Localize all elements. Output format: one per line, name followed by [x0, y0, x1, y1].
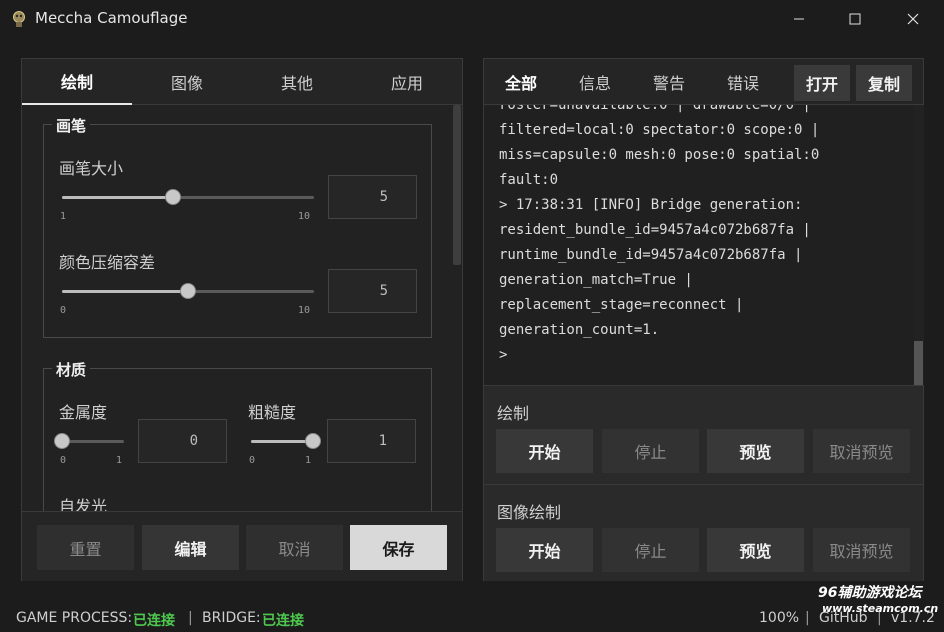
tab-image[interactable]: 图像	[132, 59, 242, 105]
game-process-status: 已连接	[133, 613, 175, 629]
image-draw-stop-button[interactable]: 停止	[602, 528, 699, 572]
metallic-slider-track[interactable]	[62, 440, 124, 443]
tab-all[interactable]: 全部	[484, 59, 558, 105]
roughness-min: 0	[249, 455, 256, 466]
material-group: 材质 金属度 0 1 0 粗糙度 0 1 1 自发光	[43, 359, 432, 511]
image-draw-preview-button[interactable]: 预览	[707, 528, 804, 572]
log-line: fault:0	[499, 172, 559, 188]
log-panel: 全部 信息 警告 错误 打开 复制 roster=unavailable:0 |…	[483, 58, 924, 581]
app-logo-icon	[13, 11, 25, 27]
color-tolerance-slider-fill	[62, 290, 188, 293]
roughness-slider-fill	[251, 440, 313, 443]
open-log-button[interactable]: 打开	[794, 65, 850, 101]
cancel-button[interactable]: 取消	[246, 525, 343, 570]
brush-size-slider-thumb[interactable]	[164, 189, 181, 205]
log-line: > 17:38:31 [INFO] Bridge generation:	[499, 197, 803, 213]
log-line: resident_bundle_id=9457a4c072b687fa |	[499, 222, 811, 238]
settings-footer: 重置 编辑 取消 保存	[22, 511, 462, 581]
image-draw-section: 图像绘制 开始 停止 预览 取消预览	[484, 484, 923, 581]
settings-tab-bar: 绘制 图像 其他 应用	[22, 59, 462, 105]
image-draw-cancel-preview-button[interactable]: 取消预览	[813, 528, 910, 572]
roughness-label: 粗糙度	[248, 403, 297, 422]
metallic-input[interactable]: 0	[138, 419, 227, 463]
roughness-slider-thumb[interactable]	[305, 433, 321, 449]
image-draw-start-button[interactable]: 开始	[496, 528, 593, 572]
brush-size-input[interactable]: 5	[328, 175, 417, 219]
draw-section-title: 绘制	[497, 404, 530, 423]
color-tolerance-input[interactable]: 5	[328, 269, 417, 313]
log-line: filtered=local:0 spectator:0 scope:0 |	[499, 122, 820, 138]
save-button[interactable]: 保存	[350, 525, 447, 570]
minimize-button[interactable]	[770, 0, 828, 38]
maximize-button[interactable]	[826, 0, 884, 38]
tab-other[interactable]: 其他	[242, 59, 352, 105]
brush-group-title: 画笔	[52, 115, 91, 136]
material-group-title: 材质	[52, 359, 91, 380]
close-button[interactable]	[884, 0, 942, 38]
log-tab-bar: 全部 信息 警告 错误 打开 复制	[484, 59, 923, 105]
log-line: generation_count=1.	[499, 322, 660, 338]
tab-info[interactable]: 信息	[558, 59, 632, 105]
color-tolerance-max: 10	[298, 305, 311, 316]
brush-size-label: 画笔大小	[59, 159, 124, 178]
settings-scroll-area[interactable]: 画笔 画笔大小 1 10 5 颜色压缩容差 0 10 5 材质 金属度 0 1 …	[22, 105, 462, 511]
title-bar: Meccha Camouflage	[0, 0, 944, 38]
log-output[interactable]: roster=unavailable:0 | drawable=0/0 | fi…	[484, 105, 914, 385]
metallic-slider-thumb[interactable]	[54, 433, 70, 449]
log-line: generation_match=True |	[499, 272, 693, 288]
edit-button[interactable]: 编辑	[142, 525, 239, 570]
zoom-level: 100%	[759, 610, 800, 626]
maximize-icon	[849, 13, 861, 25]
log-line: runtime_bundle_id=9457a4c072b687fa |	[499, 247, 803, 263]
color-tolerance-slider-thumb[interactable]	[180, 283, 196, 299]
log-line: roster=unavailable:0 | drawable=0/0 |	[499, 105, 811, 113]
roughness-input[interactable]: 1	[327, 419, 416, 463]
brush-size-slider-fill	[62, 196, 173, 199]
status-separator: |	[805, 610, 810, 626]
tab-error[interactable]: 错误	[706, 59, 780, 105]
tab-warning[interactable]: 警告	[632, 59, 706, 105]
draw-stop-button[interactable]: 停止	[602, 429, 699, 473]
image-draw-section-title: 图像绘制	[497, 503, 562, 522]
minimize-icon	[794, 18, 804, 20]
close-icon	[907, 13, 919, 25]
status-separator: |	[188, 610, 193, 626]
draw-start-button[interactable]: 开始	[496, 429, 593, 473]
watermark-title: 96辅助游戏论坛	[818, 585, 922, 601]
window-title: Meccha Camouflage	[35, 9, 188, 27]
status-bar: GAME PROCESS: 已连接 | BRIDGE: 已连接 100% | G…	[0, 603, 944, 632]
color-tolerance-min: 0	[60, 305, 67, 316]
roughness-max: 1	[305, 455, 312, 466]
log-line: >	[499, 347, 508, 363]
brush-group: 画笔 画笔大小 1 10 5 颜色压缩容差 0 10 5	[43, 115, 432, 338]
draw-cancel-preview-button[interactable]: 取消预览	[813, 429, 910, 473]
draw-preview-button[interactable]: 预览	[707, 429, 804, 473]
copy-log-button[interactable]: 复制	[856, 65, 912, 101]
log-scrollbar-thumb[interactable]	[914, 341, 923, 385]
metallic-max: 1	[116, 455, 123, 466]
bridge-label: BRIDGE:	[202, 610, 261, 626]
settings-scrollbar[interactable]	[453, 105, 461, 265]
color-tolerance-label: 颜色压缩容差	[59, 253, 156, 272]
game-process-label: GAME PROCESS:	[16, 610, 133, 626]
reset-button[interactable]: 重置	[37, 525, 134, 570]
settings-panel: 绘制 图像 其他 应用 画笔 画笔大小 1 10 5 颜色压缩容差 0 10 5…	[21, 58, 463, 581]
emissive-label: 自发光	[59, 497, 108, 511]
metallic-min: 0	[60, 455, 67, 466]
tab-draw[interactable]: 绘制	[22, 59, 132, 105]
bridge-status: 已连接	[262, 613, 304, 629]
log-line: replacement_stage=reconnect |	[499, 297, 744, 313]
watermark-url: www.steamcom.cn	[822, 602, 939, 615]
draw-section: 绘制 开始 停止 预览 取消预览	[484, 385, 923, 484]
brush-size-max: 10	[298, 211, 311, 222]
brush-size-min: 1	[60, 211, 67, 222]
metallic-label: 金属度	[59, 403, 108, 422]
log-line: miss=capsule:0 mesh:0 pose:0 spatial:0	[499, 147, 820, 163]
tab-apply[interactable]: 应用	[352, 59, 462, 105]
